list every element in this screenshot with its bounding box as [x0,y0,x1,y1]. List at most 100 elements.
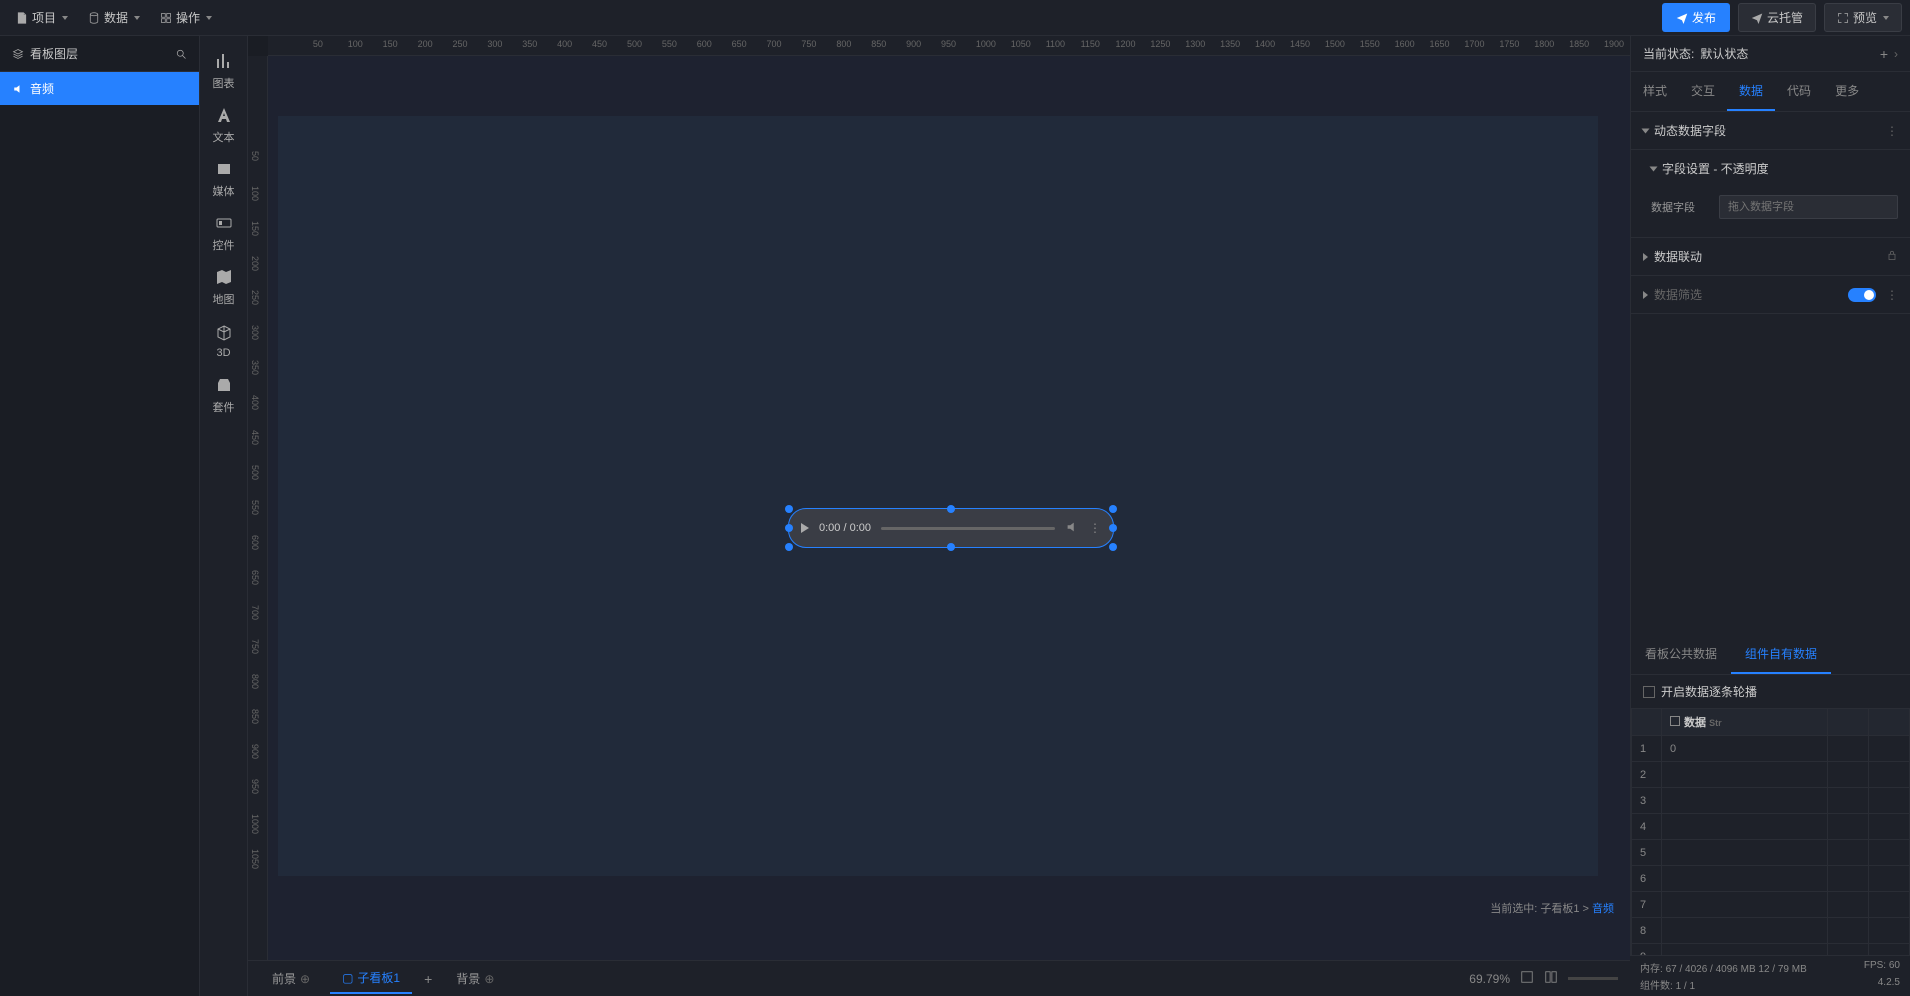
cloud-host-button[interactable]: 云托管 [1738,3,1816,32]
palette-suite[interactable]: 套件 [200,368,247,422]
tab-more[interactable]: 更多 [1823,72,1871,111]
palette-text[interactable]: 文本 [200,98,247,152]
cell[interactable] [1662,840,1828,866]
col-label: 数据 [1684,717,1706,729]
table-row[interactable]: 3 [1632,788,1910,814]
data-field-input[interactable] [1719,195,1898,219]
resize-handle[interactable] [785,505,793,513]
add-tab-button[interactable]: + [420,967,436,991]
section-field-setting: 字段设置 - 不透明度 数据字段 [1631,150,1910,238]
checkbox[interactable] [1643,686,1655,698]
table-row[interactable]: 8 [1632,918,1910,944]
col-header: 数据 Str [1662,709,1828,736]
cell[interactable] [1662,814,1828,840]
cell[interactable] [1662,892,1828,918]
palette-3d[interactable]: 3D [200,314,247,368]
tab-interact[interactable]: 交互 [1679,72,1727,111]
table-row[interactable]: 6 [1632,866,1910,892]
cell[interactable] [1662,762,1828,788]
resize-handle[interactable] [947,505,955,513]
row-index: 4 [1632,814,1662,840]
slider-track[interactable] [1568,977,1618,980]
fit-icon[interactable] [1520,970,1534,987]
tab-code[interactable]: 代码 [1775,72,1823,111]
chevron-icon [1650,166,1658,171]
preview-button[interactable]: 预览 [1824,3,1902,32]
more-icon[interactable]: ⋮ [1886,124,1898,138]
cell[interactable] [1827,866,1868,892]
tab-style[interactable]: 样式 [1631,72,1679,111]
cell[interactable] [1868,866,1909,892]
cell[interactable] [1827,840,1868,866]
search-icon[interactable] [175,48,187,60]
cell[interactable] [1827,788,1868,814]
section-header[interactable]: 字段设置 - 不透明度 [1631,150,1910,187]
table-row[interactable]: 4 [1632,814,1910,840]
tab-foreground[interactable]: 前景 ⊕ [260,964,322,993]
palette-media[interactable]: 媒体 [200,152,247,206]
cell[interactable] [1827,892,1868,918]
more-icon[interactable]: ⋮ [1886,288,1898,302]
section-header[interactable]: 数据联动 [1631,238,1910,275]
resize-handle[interactable] [1109,543,1117,551]
tab-subboard[interactable]: ▢子看板1 [330,963,412,994]
palette-label: 图表 [213,75,235,91]
tab-public-data[interactable]: 看板公共数据 [1631,635,1731,674]
filter-toggle[interactable] [1848,288,1876,302]
cell[interactable] [1827,736,1868,762]
more-icon[interactable]: ⋮ [1089,521,1101,535]
more-icon[interactable]: › [1894,47,1898,61]
table-row[interactable]: 2 [1632,762,1910,788]
data-field-row: 数据字段 [1651,195,1898,219]
cell[interactable] [1662,866,1828,892]
table-row[interactable]: 7 [1632,892,1910,918]
palette-map[interactable]: 地图 [200,260,247,314]
section-header[interactable]: 动态数据字段 ⋮ [1631,112,1910,149]
project-menu[interactable]: 项目 [8,5,76,30]
resize-handle[interactable] [1109,524,1117,532]
cell[interactable] [1827,814,1868,840]
tab-background[interactable]: 背景⊕ [444,964,506,993]
audio-track[interactable] [881,527,1055,530]
add-icon[interactable]: ⊕ [300,972,310,986]
tab-data[interactable]: 数据 [1727,72,1775,111]
cell[interactable] [1868,736,1909,762]
carousel-checkbox-row[interactable]: 开启数据逐条轮播 [1631,675,1910,708]
resize-handle[interactable] [785,524,793,532]
tab-own-data[interactable]: 组件自有数据 [1731,635,1831,674]
table-row[interactable]: 5 [1632,840,1910,866]
add-icon[interactable]: ⊕ [484,972,494,986]
cell[interactable] [1868,788,1909,814]
layout-icon[interactable] [1544,970,1558,987]
add-state-button[interactable]: + [1880,46,1888,62]
cell[interactable] [1868,918,1909,944]
cell[interactable] [1868,762,1909,788]
resize-handle[interactable] [785,543,793,551]
cell[interactable] [1868,814,1909,840]
data-menu[interactable]: 数据 [80,5,148,30]
cell[interactable]: 0 [1662,736,1828,762]
layer-item-audio[interactable]: 音频 [0,72,199,105]
cell[interactable] [1827,762,1868,788]
tab-label: 前景 [272,970,296,987]
section-header[interactable]: 数据筛选 ⋮ [1631,276,1910,313]
resize-handle[interactable] [1109,505,1117,513]
palette-control[interactable]: 控件 [200,206,247,260]
state-label: 当前状态: [1643,45,1694,62]
cell[interactable] [1662,918,1828,944]
audio-widget[interactable]: 0:00 / 0:00 ⋮ [788,508,1114,548]
canvas-viewport[interactable]: 0:00 / 0:00 ⋮ 当前选中: 子看板1 > 音频 [268,56,1630,960]
resize-handle[interactable] [947,543,955,551]
cell[interactable] [1827,918,1868,944]
play-icon[interactable] [801,523,809,533]
action-menu[interactable]: 操作 [152,5,220,30]
volume-icon[interactable] [1065,520,1079,537]
publish-button[interactable]: 发布 [1662,3,1730,32]
section-dynamic: 动态数据字段 ⋮ [1631,112,1910,150]
cell[interactable] [1868,892,1909,918]
palette-chart[interactable]: 图表 [200,44,247,98]
cell[interactable] [1868,840,1909,866]
spacer [1631,314,1910,635]
table-row[interactable]: 10 [1632,736,1910,762]
cell[interactable] [1662,788,1828,814]
